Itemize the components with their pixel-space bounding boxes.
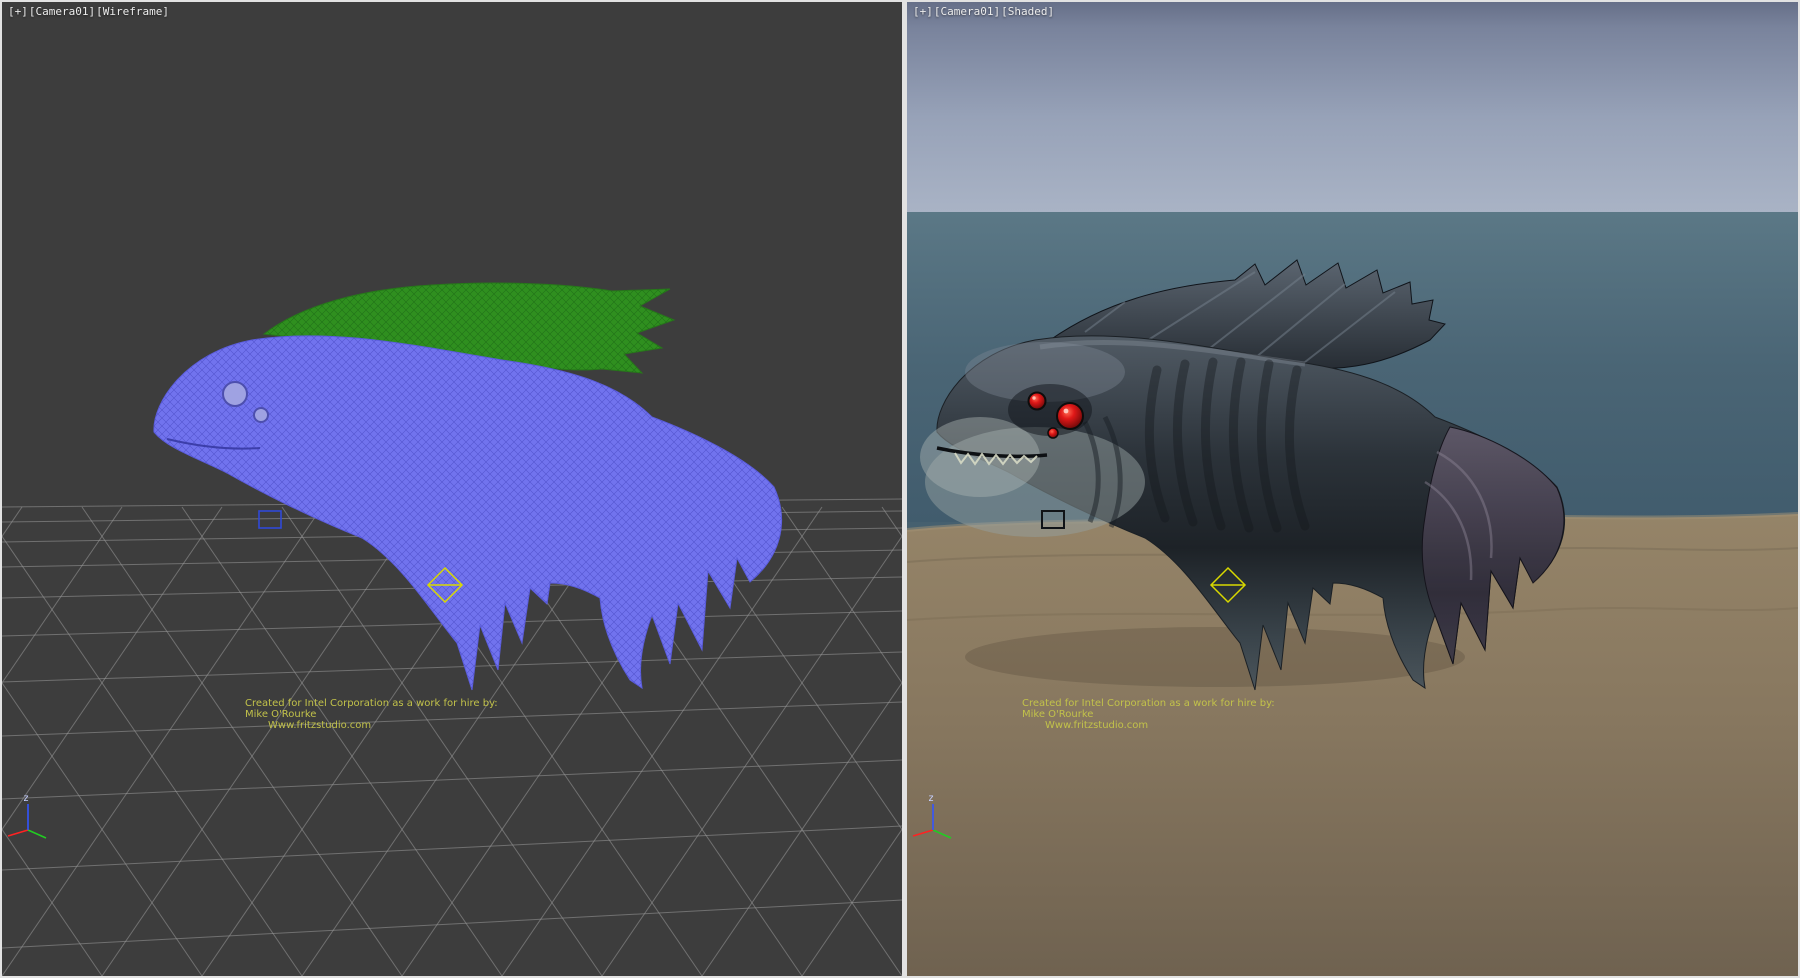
viewport-camera01-wireframe[interactable]: z [+] [Camera01] [Wireframe] Created for… bbox=[2, 2, 902, 976]
helper-box-gizmo[interactable] bbox=[259, 511, 281, 528]
viewport-label-right: [+] [Camera01] [Shaded] bbox=[913, 5, 1054, 18]
watermark-line2: Mike O'Rourke bbox=[1022, 709, 1275, 720]
shaded-canvas: z bbox=[907, 2, 1798, 976]
sky bbox=[907, 2, 1798, 212]
wireframe-canvas: z bbox=[2, 2, 902, 976]
fish-eye-small-wireframe bbox=[254, 408, 268, 422]
eye-specular-1 bbox=[1064, 409, 1069, 414]
viewport-general-menu[interactable]: [+] bbox=[913, 5, 933, 18]
viewport-camera01-shaded[interactable]: z [+] [Camera01] [Shaded] Created for In… bbox=[907, 2, 1798, 976]
watermark-line2: Mike O'Rourke bbox=[245, 709, 498, 720]
fish-eye-large-wireframe bbox=[223, 382, 247, 406]
viewport-pov-menu[interactable]: [Camera01] bbox=[29, 5, 95, 18]
viewport-general-menu[interactable]: [+] bbox=[8, 5, 28, 18]
watermark-line3: Www.fritzstudio.com bbox=[1022, 720, 1275, 731]
watermark-line1: Created for Intel Corporation as a work … bbox=[245, 698, 498, 709]
fish-ground-shadow bbox=[965, 627, 1465, 687]
x-axis-line bbox=[8, 830, 28, 836]
watermark-line3: Www.fritzstudio.com bbox=[245, 720, 498, 731]
z-axis-label: z bbox=[23, 793, 29, 804]
world-axis-gizmo: z bbox=[8, 793, 46, 838]
watermark: Created for Intel Corporation as a work … bbox=[1022, 698, 1275, 731]
viewport-shading-menu[interactable]: [Shaded] bbox=[1001, 5, 1054, 18]
y-axis-line bbox=[28, 830, 46, 838]
viewport-label-left: [+] [Camera01] [Wireframe] bbox=[8, 5, 169, 18]
viewport-pov-menu[interactable]: [Camera01] bbox=[934, 5, 1000, 18]
watermark-line1: Created for Intel Corporation as a work … bbox=[1022, 698, 1275, 709]
fish-eye-red-large bbox=[1057, 403, 1083, 429]
viewport-shading-menu[interactable]: [Wireframe] bbox=[96, 5, 169, 18]
viewport-split-area: z [+] [Camera01] [Wireframe] Created for… bbox=[0, 0, 1800, 978]
eye-specular-2 bbox=[1032, 396, 1035, 399]
fish-eye-red-small bbox=[1029, 393, 1046, 410]
z-axis-label: z bbox=[928, 793, 934, 804]
fish-body-hatch bbox=[154, 336, 782, 690]
watermark: Created for Intel Corporation as a work … bbox=[245, 698, 498, 731]
fish-eye-red-tiny bbox=[1048, 428, 1058, 438]
